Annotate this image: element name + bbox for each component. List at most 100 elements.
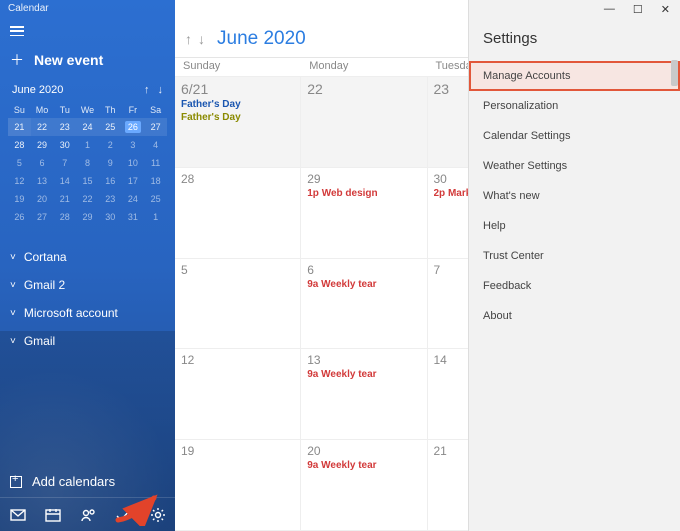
mini-calendar-next-button[interactable]: ↓ xyxy=(158,84,164,96)
mini-calendar-day[interactable]: 10 xyxy=(122,154,145,172)
window-minimize-button[interactable]: — xyxy=(604,3,615,20)
calendar-cell[interactable]: 20 9a Weekly tear xyxy=(301,440,427,531)
calendar-event[interactable]: 9a Weekly tear xyxy=(307,279,420,290)
settings-item[interactable]: About xyxy=(469,301,680,331)
mini-calendar-day[interactable]: 8 xyxy=(76,154,99,172)
account-label: Cortana xyxy=(24,250,67,264)
add-calendar-icon xyxy=(10,476,22,488)
mini-calendar-day[interactable]: 23 xyxy=(99,190,122,208)
mini-calendar-day[interactable]: 13 xyxy=(31,172,54,190)
settings-item[interactable]: Weather Settings xyxy=(469,151,680,181)
mini-calendar-day[interactable]: 30 xyxy=(99,208,122,226)
mini-calendar-day[interactable]: 1 xyxy=(144,208,167,226)
mini-calendar-day[interactable]: 31 xyxy=(122,208,145,226)
account-item[interactable]: ˅Cortana xyxy=(0,244,175,270)
mini-calendar-day[interactable]: 22 xyxy=(76,190,99,208)
hamburger-icon xyxy=(10,26,24,36)
mini-calendar-day[interactable]: 7 xyxy=(53,154,76,172)
calendar-date-number: 28 xyxy=(181,172,294,186)
settings-item[interactable]: Personalization xyxy=(469,91,680,121)
settings-item[interactable]: What's new xyxy=(469,181,680,211)
settings-item[interactable]: Trust Center xyxy=(469,241,680,271)
mini-calendar-day-header: We xyxy=(76,102,99,118)
settings-scrollbar-thumb[interactable] xyxy=(671,60,678,86)
mini-calendar-day[interactable]: 29 xyxy=(76,208,99,226)
calendar-icon[interactable] xyxy=(44,506,62,524)
mini-calendar-day[interactable]: 16 xyxy=(99,172,122,190)
calendar-cell[interactable]: 139a Weekly tear xyxy=(301,349,427,440)
mini-calendar-day[interactable]: 22 xyxy=(31,118,54,136)
mini-calendar-day[interactable]: 26 xyxy=(122,118,145,136)
mini-calendar-day-header: Tu xyxy=(53,102,76,118)
settings-item[interactable]: Feedback xyxy=(469,271,680,301)
account-item[interactable]: ˅Gmail xyxy=(0,328,175,354)
calendar-event[interactable]: 9a Weekly tear xyxy=(307,460,420,471)
account-item[interactable]: ˅Gmail 2 xyxy=(0,272,175,298)
calendar-cell[interactable]: 291p Web design xyxy=(301,168,427,259)
next-period-button[interactable]: ↓ xyxy=(198,31,205,47)
todo-icon[interactable] xyxy=(114,506,132,524)
mini-calendar-day[interactable]: 9 xyxy=(99,154,122,172)
mini-calendar-day[interactable]: 27 xyxy=(144,118,167,136)
mini-calendar-day[interactable]: 28 xyxy=(8,136,31,154)
mini-calendar-day[interactable]: 15 xyxy=(76,172,99,190)
new-event-button[interactable]: ＋ New event xyxy=(0,42,175,82)
settings-item[interactable]: Calendar Settings xyxy=(469,121,680,151)
mini-calendar-day[interactable]: 24 xyxy=(122,190,145,208)
mini-calendar-day[interactable]: 25 xyxy=(99,118,122,136)
hamburger-button[interactable] xyxy=(0,20,175,42)
chevron-down-icon: ˅ xyxy=(10,308,16,319)
add-calendars-button[interactable]: Add calendars xyxy=(0,466,175,497)
mini-calendar-day[interactable]: 25 xyxy=(144,190,167,208)
mini-calendar-day[interactable]: 30 xyxy=(53,136,76,154)
account-item[interactable]: ˅Microsoft account xyxy=(0,300,175,326)
mail-icon[interactable] xyxy=(9,506,27,524)
calendar-cell[interactable]: 5 xyxy=(175,259,301,350)
mini-calendar-day[interactable]: 28 xyxy=(53,208,76,226)
calendar-cell[interactable]: 19 xyxy=(175,440,301,531)
mini-calendar-day[interactable]: 24 xyxy=(76,118,99,136)
mini-calendar-day[interactable]: 4 xyxy=(144,136,167,154)
mini-calendar-month-label[interactable]: June 2020 xyxy=(12,84,63,96)
calendar-event[interactable]: Father's Day xyxy=(181,99,294,110)
calendar-event[interactable]: Father's Day xyxy=(181,112,294,123)
mini-calendar-prev-button[interactable]: ↑ xyxy=(144,84,150,96)
calendar-date-number: 20 xyxy=(307,444,420,458)
calendar-cell[interactable]: 12 xyxy=(175,349,301,440)
mini-calendar-day[interactable]: 1 xyxy=(76,136,99,154)
mini-calendar-day[interactable]: 2 xyxy=(99,136,122,154)
calendar-event[interactable]: 9a Weekly tear xyxy=(307,369,420,380)
mini-calendar-day[interactable]: 26 xyxy=(8,208,31,226)
mini-calendar-day[interactable]: 11 xyxy=(144,154,167,172)
mini-calendar-day[interactable]: 19 xyxy=(8,190,31,208)
account-list: ˅Cortana˅Gmail 2˅Microsoft account˅Gmail xyxy=(0,244,175,354)
mini-calendar-day[interactable]: 14 xyxy=(53,172,76,190)
calendar-cell[interactable]: 28 xyxy=(175,168,301,259)
settings-gear-icon[interactable] xyxy=(149,506,167,524)
calendar-date-number: 22 xyxy=(307,81,420,97)
calendar-cell[interactable]: 22 xyxy=(301,77,427,168)
plus-icon: ＋ xyxy=(10,50,24,70)
mini-calendar-day[interactable]: 21 xyxy=(53,190,76,208)
mini-calendar-day[interactable]: 20 xyxy=(31,190,54,208)
mini-calendar-day[interactable]: 17 xyxy=(122,172,145,190)
calendar-event[interactable]: 1p Web design xyxy=(307,188,420,199)
prev-period-button[interactable]: ↑ xyxy=(185,31,192,47)
window-maximize-button[interactable]: ☐ xyxy=(633,3,643,20)
sidebar: Calendar ＋ New event June 2020 ↑ ↓ SuMoT… xyxy=(0,0,175,531)
calendar-cell[interactable]: 69a Weekly tear xyxy=(301,259,427,350)
mini-calendar-day[interactable]: 5 xyxy=(8,154,31,172)
mini-calendar-day[interactable]: 6 xyxy=(31,154,54,172)
people-icon[interactable] xyxy=(79,506,97,524)
settings-item[interactable]: Help xyxy=(469,211,680,241)
settings-item[interactable]: Manage Accounts xyxy=(469,61,680,91)
mini-calendar-day[interactable]: 18 xyxy=(144,172,167,190)
mini-calendar-day[interactable]: 12 xyxy=(8,172,31,190)
mini-calendar-day[interactable]: 29 xyxy=(31,136,54,154)
window-close-button[interactable]: ✕ xyxy=(661,3,670,20)
mini-calendar-day[interactable]: 21 xyxy=(8,118,31,136)
mini-calendar-day[interactable]: 23 xyxy=(53,118,76,136)
mini-calendar-day[interactable]: 3 xyxy=(122,136,145,154)
calendar-cell[interactable]: 6/21Father's DayFather's Day xyxy=(175,77,301,168)
mini-calendar-day[interactable]: 27 xyxy=(31,208,54,226)
